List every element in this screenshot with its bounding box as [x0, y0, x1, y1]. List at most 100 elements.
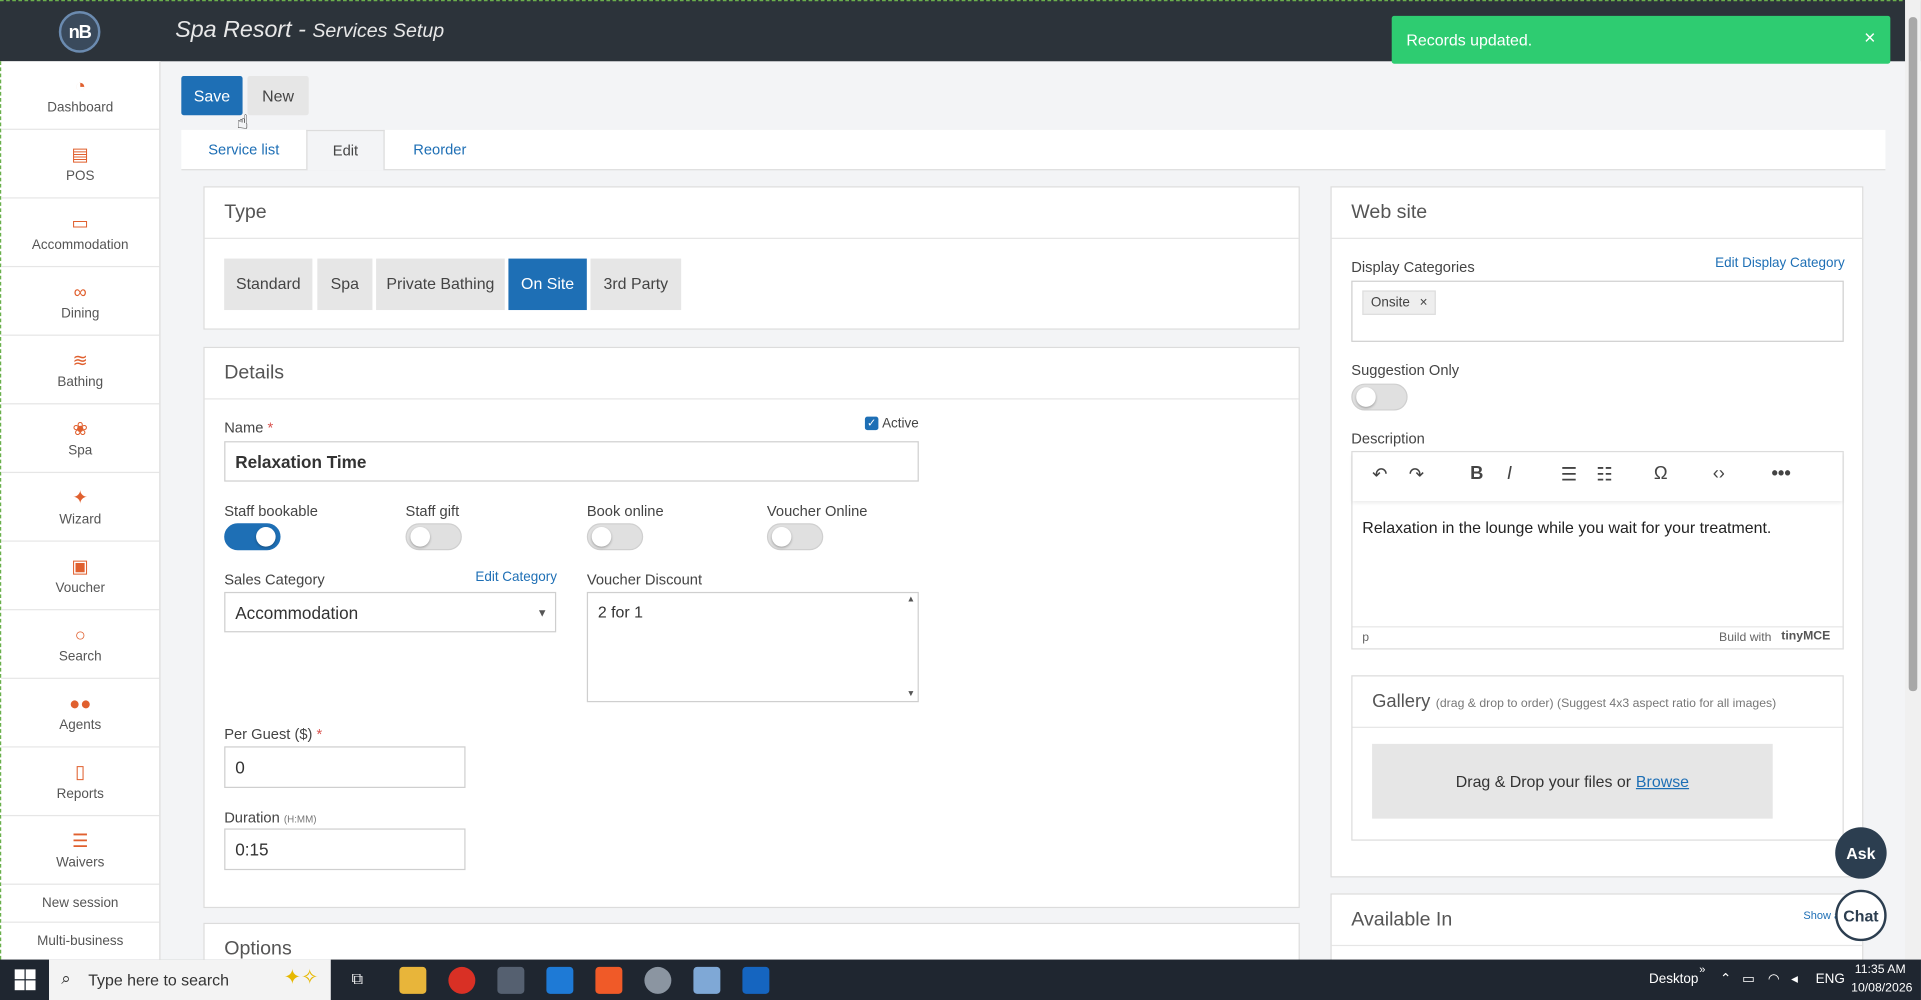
language-indicator[interactable]: ENG: [1816, 972, 1845, 987]
clock-date[interactable]: 10/08/2026: [1851, 982, 1912, 995]
type-private-bathing-button[interactable]: Private Bathing: [376, 258, 505, 311]
gallery-header: Gallery (drag & drop to order) (Suggest …: [1352, 676, 1843, 728]
ask-button[interactable]: Ask: [1835, 827, 1887, 879]
scroll-down-icon[interactable]: ▼: [907, 690, 915, 699]
vscode-icon[interactable]: [546, 966, 574, 994]
toast-message: Records updated.: [1406, 30, 1533, 50]
bold-icon[interactable]: B: [1470, 463, 1483, 484]
tab-service-list[interactable]: Service list: [181, 130, 306, 170]
browse-link[interactable]: Browse: [1636, 772, 1689, 790]
staff-gift-toggle[interactable]: [405, 523, 462, 551]
sidebar-item-label: Dining: [61, 305, 100, 321]
chat-button[interactable]: Chat: [1835, 889, 1887, 942]
tab-reorder[interactable]: Reorder: [390, 130, 490, 170]
sidebar-item-label: Search: [58, 648, 102, 664]
more-icon[interactable]: •••: [1771, 463, 1790, 484]
details-panel-title: Details: [204, 348, 1299, 400]
sidebar-item-voucher[interactable]: ▣ Voucher: [1, 542, 160, 611]
sidebar-item-accommodation[interactable]: ▭ Accommodation: [1, 199, 160, 268]
sidebar-item-waivers[interactable]: ☰ Waivers: [1, 816, 160, 885]
gift-icon: ▣: [71, 555, 89, 577]
save-button[interactable]: Save: [181, 75, 243, 116]
redo-icon[interactable]: ↷: [1409, 463, 1424, 485]
file-explorer-icon[interactable]: [399, 966, 427, 994]
scrollbar-thumb[interactable]: [1908, 17, 1918, 692]
edit-category-link[interactable]: Edit Category: [475, 570, 557, 585]
duration-input[interactable]: 0:15: [224, 828, 466, 871]
active-checkbox[interactable]: ✓: [864, 416, 879, 431]
toggle-knob: [410, 526, 431, 547]
file-dropzone[interactable]: Drag & Drop your files or Browse: [1372, 743, 1773, 819]
app-icon[interactable]: [497, 966, 525, 994]
chevron-double-icon[interactable]: »: [1699, 963, 1705, 975]
report-icon: ▯: [75, 761, 86, 783]
toast-close-button[interactable]: ×: [1864, 28, 1875, 50]
new-button[interactable]: New: [247, 75, 309, 116]
sidebar-item-dashboard[interactable]: ◔ Dashboard: [1, 61, 160, 130]
type-standard-button[interactable]: Standard: [224, 258, 313, 311]
type-on-site-button[interactable]: On Site: [508, 258, 587, 311]
settings-icon[interactable]: [644, 966, 672, 994]
sidebar-item-label: Bathing: [57, 374, 104, 390]
sidebar-item-reports[interactable]: ▯ Reports: [1, 748, 160, 817]
battery-icon[interactable]: ▭: [1742, 971, 1755, 987]
bullet-list-icon[interactable]: ☰: [1561, 463, 1577, 485]
description-content[interactable]: Relaxation in the lounge while you wait …: [1362, 518, 1771, 536]
suggestion-only-toggle[interactable]: [1351, 383, 1408, 411]
start-tile: [25, 980, 36, 991]
voucher-discount-value: 2 for 1: [597, 602, 644, 622]
sidebar-multi-business[interactable]: Multi-business: [1, 923, 160, 961]
name-input[interactable]: Relaxation Time: [224, 441, 919, 482]
description-label: Description: [1351, 430, 1425, 448]
sidebar-item-pos[interactable]: ▤ POS: [1, 130, 160, 199]
page-scrollbar[interactable]: [1905, 0, 1921, 960]
source-code-icon[interactable]: ‹›: [1713, 463, 1725, 484]
wifi-icon[interactable]: ◠: [1768, 971, 1780, 987]
sidebar-item-search[interactable]: ○ Search: [1, 610, 160, 679]
display-categories-field[interactable]: Onsite ×: [1351, 280, 1844, 342]
desktop-toolbar-label[interactable]: Desktop: [1649, 972, 1698, 987]
app-logo[interactable]: nB: [58, 11, 101, 53]
sidebar-item-dining[interactable]: ∞ Dining: [1, 267, 160, 336]
edit-display-category-link[interactable]: Edit Display Category: [1715, 256, 1845, 271]
taskbar-search-input[interactable]: ⌕ Type here to search ✦✧: [49, 959, 331, 1000]
brave-icon[interactable]: [595, 966, 623, 994]
undo-icon[interactable]: ↶: [1372, 463, 1387, 485]
speaker-icon[interactable]: ◂: [1791, 971, 1798, 987]
gallery-title: Gallery: [1372, 691, 1431, 713]
task-view-icon[interactable]: ⧉: [352, 969, 363, 989]
required-mark: *: [316, 725, 323, 743]
tinymce-logo[interactable]: tinyMCE: [1781, 630, 1830, 643]
staff-bookable-toggle[interactable]: [224, 523, 281, 551]
outlook-icon[interactable]: [742, 966, 770, 994]
voucher-online-toggle[interactable]: [766, 523, 824, 551]
voucher-discount-textarea[interactable]: 2 for 1 ▲ ▼: [586, 591, 919, 703]
chrome-icon[interactable]: [448, 966, 476, 994]
tab-edit[interactable]: Edit: [306, 129, 385, 171]
sidebar-item-bathing[interactable]: ≋ Bathing: [1, 336, 160, 405]
sales-category-label: Sales Category: [224, 571, 325, 589]
windows-start-icon[interactable]: [14, 969, 36, 991]
chip-remove-icon[interactable]: ×: [1420, 295, 1428, 310]
checklist-icon: ☰: [71, 830, 89, 852]
per-guest-input[interactable]: 0: [224, 746, 466, 788]
toggle-knob: [1356, 387, 1376, 407]
scroll-up-icon[interactable]: ▲: [907, 596, 915, 605]
italic-icon[interactable]: I: [1507, 463, 1512, 484]
sidebar-item-agents[interactable]: ●● Agents: [1, 679, 160, 748]
search-icon: ⌕: [61, 968, 71, 988]
type-spa-button[interactable]: Spa: [317, 258, 373, 311]
book-online-toggle[interactable]: [586, 523, 644, 551]
editor-branding: Build with: [1719, 631, 1772, 645]
numbered-list-icon[interactable]: ☷: [1596, 463, 1612, 485]
chevron-up-icon[interactable]: ⌃: [1720, 971, 1731, 987]
sidebar-item-spa[interactable]: ❀ Spa: [1, 404, 160, 474]
clock-time[interactable]: 11:35 AM: [1855, 963, 1906, 976]
special-character-icon[interactable]: Ω: [1654, 463, 1668, 484]
sales-category-select[interactable]: Accommodation ▼: [224, 591, 557, 633]
type-3rd-party-button[interactable]: 3rd Party: [590, 258, 682, 311]
required-mark: *: [267, 419, 274, 437]
sidebar-item-wizard[interactable]: ✦ Wizard: [1, 473, 160, 542]
notes-icon[interactable]: [693, 966, 721, 994]
sidebar-new-session[interactable]: New session: [1, 885, 160, 923]
